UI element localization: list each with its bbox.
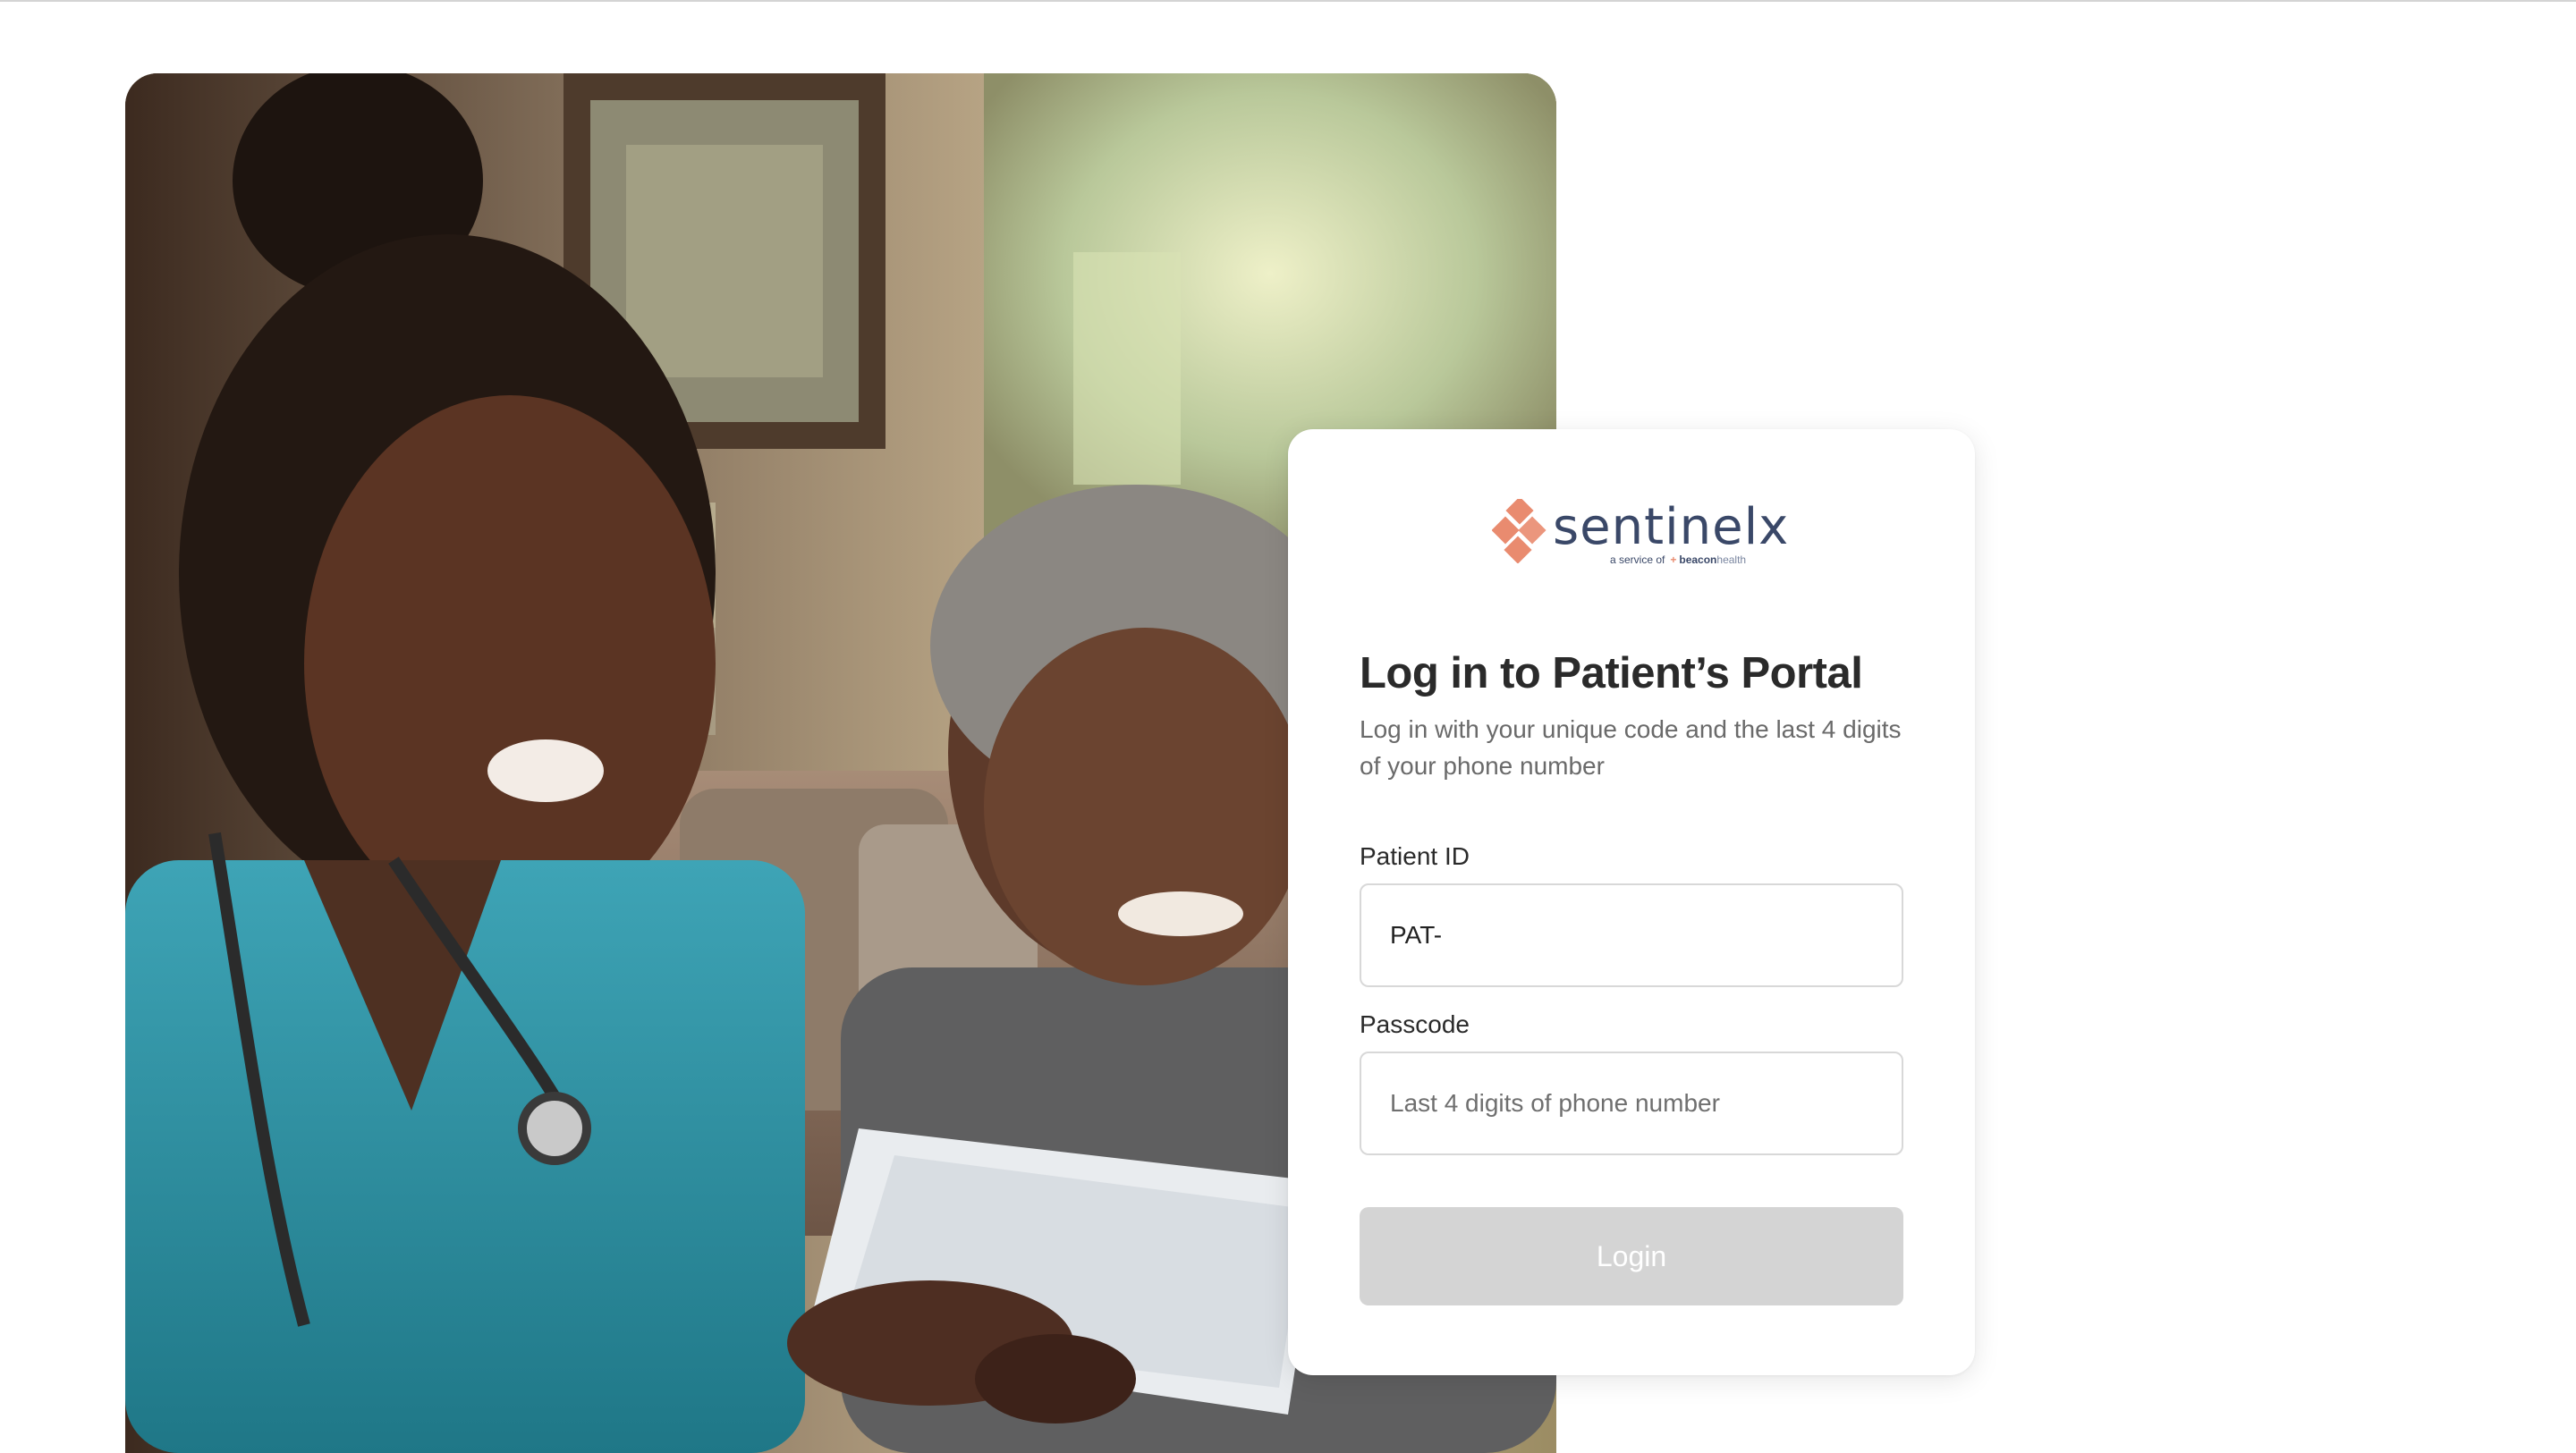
page-title: Log in to Patient’s Portal: [1360, 649, 1863, 697]
beaconhealth-plus-icon: +: [1670, 553, 1677, 566]
brand-tagline: a service of + beaconhealth: [1610, 553, 1746, 567]
passcode-label: Passcode: [1360, 1010, 1470, 1038]
passcode-input[interactable]: [1360, 1052, 1903, 1155]
sentinelx-diamond-icon: [1492, 499, 1546, 563]
parent-brand-light: health: [1716, 553, 1747, 566]
brand-name: sentinelx: [1553, 498, 1790, 556]
patient-id-input[interactable]: [1360, 883, 1903, 987]
login-card: sentinelx a service of + beaconhealth Log …: [1288, 429, 1975, 1375]
parent-brand-bold: beacon: [1679, 553, 1717, 566]
login-button[interactable]: Login: [1360, 1207, 1903, 1305]
tagline-prefix: a service of: [1610, 553, 1665, 566]
page-subtitle: Log in with your unique code and the las…: [1360, 715, 1902, 780]
sentinelx-logo: sentinelx a service of + beaconhealth: [1492, 499, 1788, 570]
patient-id-label: Patient ID: [1360, 842, 1470, 870]
top-border: [0, 0, 2576, 2]
